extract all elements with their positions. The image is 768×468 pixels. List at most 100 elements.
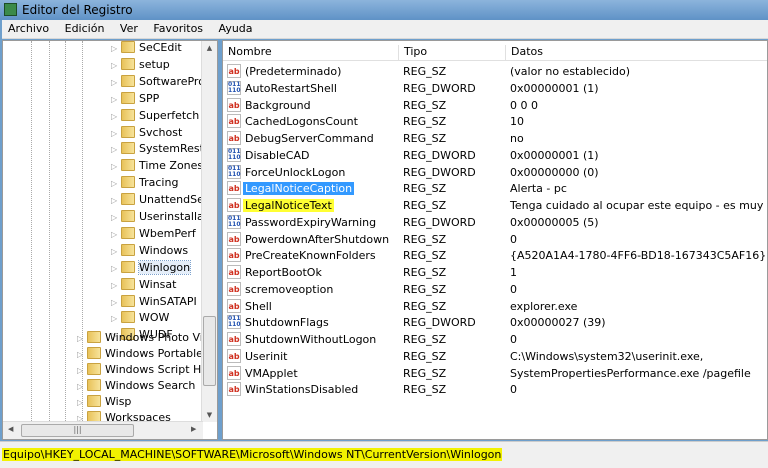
scroll-right-icon[interactable]: ▶: [191, 425, 196, 433]
tree-node[interactable]: ▷ Windows Portable D: [77, 347, 215, 364]
folder-icon: [121, 210, 135, 222]
value-row[interactable]: ab ShutdownWithoutLogon REG_SZ 0: [223, 331, 767, 348]
value-name: Shell: [245, 299, 272, 313]
value-row[interactable]: 011 110 PasswordExpiryWarning REG_DWORD 0…: [223, 214, 767, 231]
tree-node[interactable]: ▷ SystemResto: [111, 142, 211, 159]
tree-node[interactable]: ▷ SoftwareProt: [111, 74, 209, 92]
tree-node[interactable]: ▷ Winlogon: [111, 259, 192, 278]
tree-node[interactable]: ▷ Userinstallab: [111, 210, 211, 227]
tree-scroll-thumb[interactable]: [203, 316, 216, 386]
string-value-icon: ab: [227, 332, 241, 346]
expand-arrow-icon[interactable]: ▷: [111, 145, 121, 154]
tree-node[interactable]: ▷ Windows Photo View: [77, 331, 217, 348]
column-header-name[interactable]: Nombre: [223, 45, 399, 61]
tree-node[interactable]: ▷ SeCEdit: [111, 41, 182, 58]
expand-arrow-icon[interactable]: ▷: [111, 95, 121, 104]
value-data: 10: [510, 115, 524, 129]
tree-node[interactable]: ▷ Wisp: [77, 394, 131, 412]
folder-icon: [121, 176, 135, 189]
value-row[interactable]: ab Userinit REG_SZ C:\Windows\system32\u…: [223, 348, 767, 365]
folder-icon: [121, 193, 135, 206]
value-data: 0x00000001 (1): [510, 81, 599, 95]
tree-node[interactable]: ▷ WinSATAPI: [111, 294, 197, 312]
tree-hscroll-thumb[interactable]: |||: [21, 424, 134, 437]
value-row[interactable]: ab WinStationsDisabled REG_SZ 0: [223, 381, 767, 398]
menu-ayuda[interactable]: Ayuda: [213, 20, 259, 35]
tree-node[interactable]: ▷ Windows: [111, 243, 188, 261]
value-type: REG_DWORD: [403, 148, 476, 162]
expand-arrow-icon[interactable]: ▷: [111, 298, 121, 307]
expand-arrow-icon[interactable]: ▷: [77, 350, 87, 359]
scroll-up-icon[interactable]: ▲: [202, 44, 217, 52]
tree-node[interactable]: ▷ WbemPerf: [111, 226, 196, 244]
value-row[interactable]: ab ReportBootOk REG_SZ 1: [223, 264, 767, 281]
expand-arrow-icon[interactable]: ▷: [111, 213, 121, 222]
value-row[interactable]: ab PowerdownAfterShutdown REG_SZ 0: [223, 231, 767, 248]
value-row[interactable]: ab Background REG_SZ 0 0 0: [223, 97, 767, 114]
string-value-icon: ab: [227, 265, 241, 279]
expand-arrow-icon[interactable]: ▷: [111, 179, 121, 188]
expand-arrow-icon[interactable]: ▷: [111, 264, 121, 273]
expand-arrow-icon[interactable]: ▷: [77, 398, 87, 407]
values-list[interactable]: Nombre Tipo Datos ab (Predeterminado) RE…: [222, 40, 768, 440]
tree-node-label: Time Zones: [139, 159, 204, 173]
scroll-down-icon[interactable]: ▼: [202, 411, 217, 419]
expand-arrow-icon[interactable]: ▷: [111, 230, 121, 239]
menu-archivo[interactable]: Archivo: [2, 20, 55, 35]
tree-node[interactable]: ▷ WOW: [111, 311, 169, 328]
value-row[interactable]: 011 110 ShutdownFlags REG_DWORD 0x0000002…: [223, 314, 767, 331]
value-row[interactable]: ab (Predeterminado) REG_SZ (valor no est…: [223, 63, 767, 80]
tree-node[interactable]: ▷ Windows Script Hos: [77, 363, 214, 380]
menu-edicion[interactable]: Edición: [59, 20, 111, 35]
expand-arrow-icon[interactable]: ▷: [111, 44, 121, 53]
expand-arrow-icon[interactable]: ▷: [111, 247, 121, 256]
expand-arrow-icon[interactable]: ▷: [111, 61, 121, 70]
value-row[interactable]: 011 110 AutoRestartShell REG_DWORD 0x0000…: [223, 80, 767, 97]
expand-arrow-icon[interactable]: ▷: [77, 334, 87, 343]
expand-arrow-icon[interactable]: ▷: [111, 162, 121, 171]
expand-arrow-icon[interactable]: ▷: [111, 78, 121, 87]
value-row[interactable]: ab Shell REG_SZ explorer.exe: [223, 298, 767, 315]
value-type: REG_SZ: [403, 333, 447, 346]
value-type: REG_SZ: [403, 182, 447, 196]
value-row[interactable]: ab CachedLogonsCount REG_SZ 10: [223, 113, 767, 130]
tree-node[interactable]: ▷ setup: [111, 57, 170, 75]
value-row[interactable]: ab scremoveoption REG_SZ 0: [223, 281, 767, 298]
value-row[interactable]: ab DebugServerCommand REG_SZ no: [223, 130, 767, 147]
value-name: CachedLogonsCount: [245, 115, 358, 129]
expand-arrow-icon[interactable]: ▷: [111, 314, 121, 323]
expand-arrow-icon[interactable]: ▷: [77, 382, 87, 391]
folder-icon: [121, 277, 135, 290]
tree-node[interactable]: ▷ UnattendSett: [111, 193, 213, 210]
tree-node[interactable]: ▷ Tracing: [111, 176, 178, 193]
expand-arrow-icon[interactable]: ▷: [111, 112, 121, 121]
menu-ver[interactable]: Ver: [114, 20, 144, 35]
tree-node[interactable]: ▷ SPP: [111, 91, 160, 109]
expand-arrow-icon[interactable]: ▷: [111, 129, 121, 138]
value-row[interactable]: ab LegalNoticeText REG_SZ Tenga cuidado …: [223, 197, 767, 214]
tree-node[interactable]: ▷ Windows Search: [77, 378, 195, 396]
value-row[interactable]: ab VMApplet REG_SZ SystemPropertiesPerfo…: [223, 365, 767, 382]
column-header-data[interactable]: Datos: [506, 45, 767, 61]
tree-node[interactable]: ▷ Winsat: [111, 277, 176, 295]
expand-arrow-icon[interactable]: ▷: [111, 281, 121, 290]
tree-horizontal-scrollbar[interactable]: ◀ ||| ▶: [3, 421, 203, 439]
tree-node[interactable]: ▷ Superfetch: [111, 108, 199, 126]
value-row[interactable]: 011 110 DisableCAD REG_DWORD 0x00000001 (…: [223, 147, 767, 164]
key-tree[interactable]: ▷ SeCEdit ▷ setup ▷ SoftwareProt ▷ SPP ▷ Superfet…: [2, 40, 218, 440]
value-row[interactable]: ab LegalNoticeCaption REG_SZ Alerta - pc: [223, 180, 767, 197]
tree-node[interactable]: ▷ Time Zones: [111, 159, 203, 176]
column-header-type[interactable]: Tipo: [399, 45, 506, 61]
expand-arrow-icon[interactable]: ▷: [77, 366, 87, 375]
value-row[interactable]: 011 110 ForceUnlockLogon REG_DWORD 0x0000…: [223, 164, 767, 181]
value-type: REG_SZ: [403, 232, 447, 246]
tree-node[interactable]: ▷ Svchost: [111, 125, 182, 143]
value-row[interactable]: ab PreCreateKnownFolders REG_SZ {A520A1A…: [223, 247, 767, 264]
tree-node-label: SPP: [139, 91, 160, 105]
folder-icon: [121, 226, 135, 239]
scroll-left-icon[interactable]: ◀: [8, 425, 13, 433]
menu-favoritos[interactable]: Favoritos: [147, 20, 209, 35]
tree-vertical-scrollbar[interactable]: ▲ ▼: [201, 41, 217, 422]
expand-arrow-icon[interactable]: ▷: [111, 196, 121, 205]
binary-value-icon: 011 110: [227, 315, 241, 330]
